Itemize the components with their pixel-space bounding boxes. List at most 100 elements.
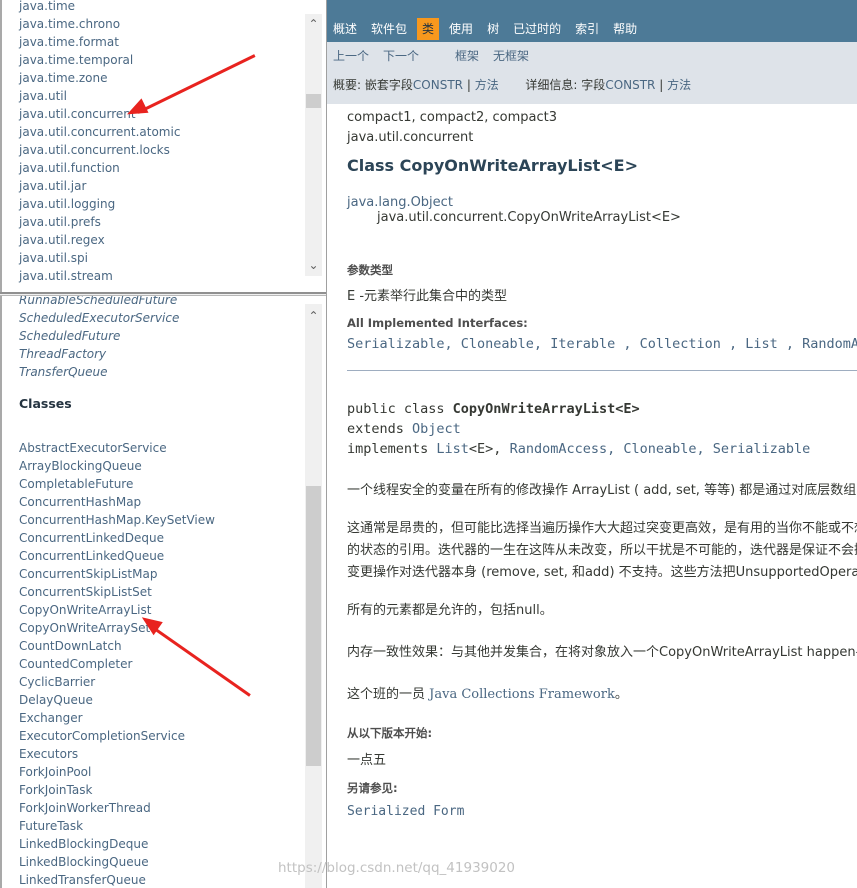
class-link[interactable]: CyclicBarrier (19, 673, 215, 691)
detail-field: 字段 (581, 78, 606, 92)
decl-superclass-link[interactable]: Object (412, 421, 461, 437)
top-nav-item[interactable]: 帮助 (613, 18, 637, 40)
class-link[interactable]: ConcurrentSkipListMap (19, 565, 215, 583)
package-link[interactable]: java.time.format (19, 33, 180, 51)
class-link[interactable]: ConcurrentLinkedQueue (19, 547, 215, 565)
class-link[interactable]: CopyOnWriteArrayList (19, 601, 215, 619)
package-link[interactable]: java.time.temporal (19, 51, 180, 69)
package-link[interactable]: java.time (19, 0, 180, 15)
class-link[interactable]: ConcurrentSkipListSet (19, 583, 215, 601)
package-link[interactable]: java.util.concurrent (19, 105, 180, 123)
top-nav-item[interactable]: 使用 (449, 18, 473, 40)
class-link[interactable]: CompletableFuture (19, 475, 215, 493)
decl-class-name: CopyOnWriteArrayList<E> (452, 401, 640, 417)
summary-detail-nav: 概要: 嵌套字段CONSTR | 方法 详细信息: 字段CONSTR | 方法 (333, 76, 691, 93)
top-nav-item[interactable]: 索引 (575, 18, 599, 40)
package-link[interactable]: java.util.prefs (19, 213, 180, 231)
package-list-scrollbar[interactable]: ⌃ ⌄ (305, 14, 322, 276)
package-name: java.util.concurrent (347, 130, 474, 145)
class-link[interactable]: FutureTask (19, 817, 215, 835)
package-link[interactable]: java.util.spi (19, 249, 180, 267)
interface-link[interactable]: TransferQueue (19, 363, 215, 381)
summary-label: 概要: (333, 78, 362, 92)
class-link[interactable]: LinkedBlockingDeque (19, 835, 215, 853)
class-link[interactable]: ForkJoinPool (19, 763, 215, 781)
watermark: https://blog.csdn.net/qq_41939020 (278, 860, 516, 876)
class-doc-frame: 概述 软件包类使用树已过时的 索引 帮助 上一个 下一个 框架 无框架 概要: 嵌套字… (327, 0, 857, 888)
package-link[interactable]: java.util.logging (19, 195, 180, 213)
top-nav-item[interactable]: 概述 (333, 18, 357, 40)
detail-constr-link[interactable]: CONSTR (605, 78, 655, 92)
decl-interfaces-link[interactable]: RandomAccess, Cloneable, Serializable (510, 441, 811, 457)
package-link[interactable]: java.util.function (19, 159, 180, 177)
top-nav-item[interactable]: 树 (487, 18, 499, 40)
decl-modifiers: public class (347, 401, 453, 417)
class-link[interactable]: LinkedBlockingQueue (19, 853, 215, 871)
class-link[interactable]: CopyOnWriteArraySet (19, 619, 215, 637)
scroll-up-icon[interactable]: ⌃ (305, 16, 322, 33)
interface-link[interactable]: ScheduledFuture (19, 327, 215, 345)
serialized-form-link[interactable]: Serialized Form (347, 804, 857, 819)
see-also-label: 另请参见: (347, 781, 398, 795)
scrollbar-thumb[interactable] (306, 94, 321, 108)
class-link[interactable]: LinkedTransferQueue (19, 871, 215, 888)
frames-link[interactable]: 框架 (455, 47, 479, 64)
class-link[interactable]: ForkJoinTask (19, 781, 215, 799)
description-para-1: 一个线程安全的变量在所有的修改操作 ArrayList ( add, set, … (347, 483, 857, 498)
next-class-link[interactable]: 下一个 (383, 47, 419, 64)
package-link[interactable]: java.util.stream (19, 267, 180, 285)
top-nav-item[interactable]: 已过时的 (513, 18, 561, 40)
since-label: 从以下版本开始: (347, 726, 433, 740)
class-list-frame: RunnableScheduledFuture ScheduledExecutor… (0, 296, 326, 888)
scrollbar-thumb[interactable] (306, 486, 321, 766)
class-link[interactable]: ArrayBlockingQueue (19, 457, 215, 475)
class-link[interactable]: Executors (19, 745, 215, 763)
prev-class-link[interactable]: 上一个 (333, 47, 369, 64)
decl-extends: extends (347, 421, 413, 437)
interface-link[interactable]: ThreadFactory (19, 345, 215, 363)
implemented-interfaces-label: All Implemented Interfaces: (347, 316, 528, 330)
decl-list-link[interactable]: List (436, 441, 469, 457)
no-frames-link[interactable]: 无框架 (493, 47, 529, 64)
description-para-2: 这通常是昂贵的，但可能比选择当遍历操作大大超过突变更高效，是有用的当你不能或不想… (347, 518, 857, 584)
scroll-down-icon[interactable]: ⌄ (305, 257, 322, 274)
profiles: compact1, compact2, compact3 (347, 110, 558, 125)
package-link[interactable]: java.util.regex (19, 231, 180, 249)
summary-nested: 嵌套 (364, 78, 389, 92)
classes-heading: Classes (19, 396, 72, 411)
package-link[interactable]: java.util.concurrent.atomic (19, 123, 180, 141)
scroll-up-icon[interactable]: ⌃ (305, 308, 322, 325)
implemented-interfaces-list[interactable]: Serializable, Cloneable, Iterable , Coll… (347, 336, 857, 352)
class-link[interactable]: Exchanger (19, 709, 215, 727)
interface-link[interactable]: RunnableScheduledFuture (19, 296, 215, 309)
superclass-link[interactable]: java.lang.Object (347, 195, 857, 210)
class-link[interactable]: ConcurrentHashMap.KeySetView (19, 511, 215, 529)
class-link[interactable]: DelayQueue (19, 691, 215, 709)
package-link[interactable]: java.util.jar (19, 177, 180, 195)
summary-method-link[interactable]: 方法 (475, 78, 499, 92)
class-link[interactable]: ForkJoinWorkerThread (19, 799, 215, 817)
top-nav-item[interactable]: 软件包 (371, 18, 407, 40)
package-link[interactable]: java.util.concurrent.locks (19, 141, 180, 159)
top-navbar: 概述 软件包类使用树已过时的 索引 帮助 (327, 0, 857, 42)
type-params-label: 参数类型 (347, 263, 393, 277)
para-5-suffix: 。 (614, 687, 628, 702)
class-link[interactable]: ConcurrentHashMap (19, 493, 215, 511)
summary-constr-link[interactable]: CONSTR (413, 78, 463, 92)
description-para-3: 所有的元素都是允许的，包括null。 (347, 603, 553, 618)
para-2-line-2: 的状态的引用。迭代器的一生在这阵从未改变，所以干扰是不可能的，迭代器是保证不会抛… (347, 543, 857, 558)
class-link[interactable]: CountedCompleter (19, 655, 215, 673)
interface-link[interactable]: ScheduledExecutorService (19, 309, 215, 327)
detail-method-link[interactable]: 方法 (667, 78, 691, 92)
summary-field: 字段 (388, 78, 413, 92)
class-list-scrollbar[interactable]: ⌃ (305, 304, 322, 888)
package-link[interactable]: java.time.zone (19, 69, 180, 87)
class-declaration: public class CopyOnWriteArrayList<E> ext… (347, 399, 857, 459)
collections-framework-link[interactable]: Java Collections Framework (429, 687, 615, 702)
package-list: java.time java.time.chrono java.time.forma… (19, 0, 180, 285)
para-5-prefix: 这个班的一员 (347, 687, 430, 702)
package-link[interactable]: java.time.chrono (19, 15, 180, 33)
class-link[interactable]: ExecutorCompletionService (19, 727, 215, 745)
class-link[interactable]: AbstractExecutorService (19, 439, 215, 457)
class-link[interactable]: ConcurrentLinkedDeque (19, 529, 215, 547)
